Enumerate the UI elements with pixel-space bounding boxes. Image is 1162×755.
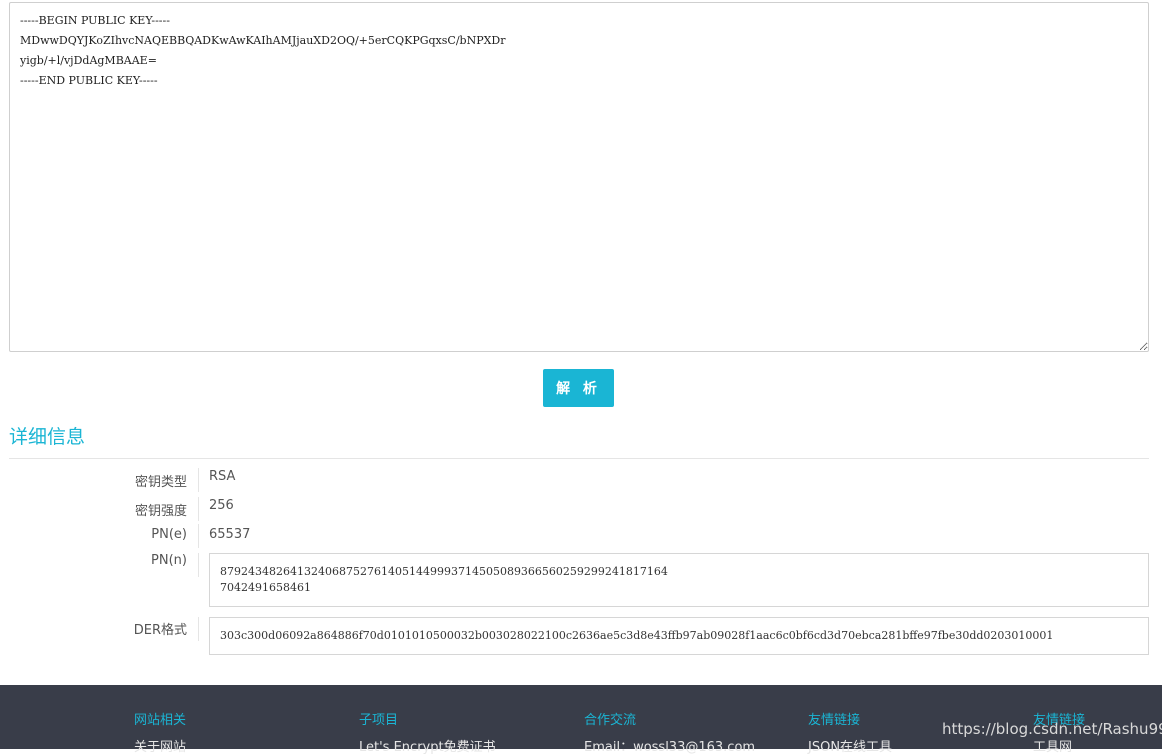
- footer-link-tools[interactable]: 工具网: [1033, 736, 1085, 755]
- der-label: DER格式: [133, 623, 187, 638]
- details-title: 详细信息: [9, 426, 86, 448]
- section-divider: [9, 458, 1149, 459]
- footer-link-email[interactable]: Email：wossl33@163.com: [584, 736, 755, 755]
- footer-link-about[interactable]: 关于网站: [134, 736, 186, 755]
- footer-column-friend-links: 友情链接 JSON在线工具: [808, 709, 892, 755]
- row-separator: [198, 497, 199, 521]
- footer-heading: 子项目: [359, 713, 399, 728]
- footer-link-letsencrypt[interactable]: Let's Encrypt免费证书: [359, 736, 496, 755]
- key-type-value: RSA: [209, 469, 236, 484]
- footer-heading: 网站相关: [134, 713, 187, 728]
- footer-heading: 合作交流: [584, 713, 637, 728]
- footer-column-contact: 合作交流 Email：wossl33@163.com: [584, 709, 755, 755]
- der-value: 303c300d06092a864886f70d0101010500032b00…: [209, 617, 1149, 655]
- row-separator: [198, 468, 199, 492]
- footer-column-subprojects: 子项目 Let's Encrypt免费证书: [359, 709, 496, 755]
- row-separator: [198, 553, 199, 577]
- pn-e-value: 65537: [209, 527, 251, 542]
- footer-column-site: 网站相关 关于网站: [134, 709, 186, 755]
- pn-e-label: PN(e): [151, 527, 187, 542]
- footer: 网站相关 关于网站 子项目 Let's Encrypt免费证书 合作交流 Ema…: [0, 685, 1162, 755]
- pn-n-label: PN(n): [151, 553, 187, 568]
- footer-heading: 友情链接: [808, 713, 861, 728]
- pn-n-value: 8792434826413240687527614051449993714505…: [209, 553, 1149, 607]
- key-strength-value: 256: [209, 498, 234, 513]
- row-separator: [198, 617, 199, 641]
- parse-button[interactable]: 解 析: [543, 369, 614, 407]
- public-key-input[interactable]: -----BEGIN PUBLIC KEY----- MDwwDQYJKoZIh…: [9, 2, 1149, 352]
- footer-link-json-tool[interactable]: JSON在线工具: [808, 736, 892, 755]
- key-type-label: 密钥类型: [134, 475, 187, 490]
- row-separator: [198, 524, 199, 548]
- key-strength-label: 密钥强度: [134, 504, 187, 519]
- watermark: https://blog.csdn.net/Rashu99: [942, 720, 1162, 738]
